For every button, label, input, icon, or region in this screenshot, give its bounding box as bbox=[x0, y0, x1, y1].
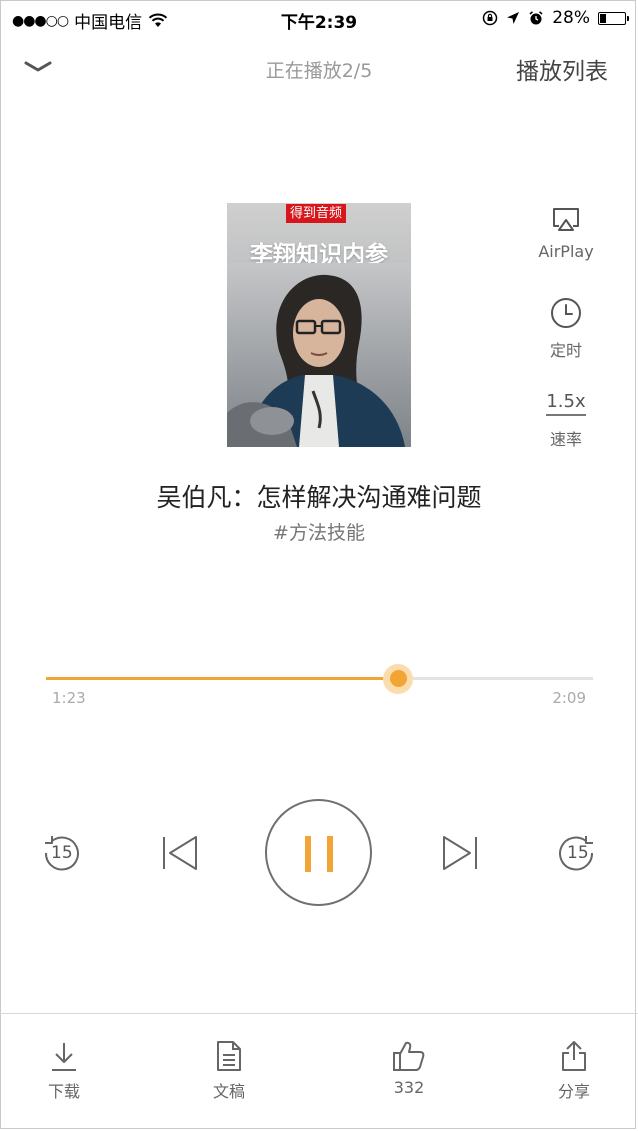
rewind-15-button[interactable]: 15 bbox=[38, 833, 82, 873]
download-label: 下载 bbox=[47, 1082, 80, 1101]
like-count: 332 bbox=[393, 1078, 425, 1097]
share-icon bbox=[562, 1041, 586, 1071]
pause-icon-bar-left bbox=[305, 836, 311, 872]
transcript-label: 文稿 bbox=[212, 1082, 245, 1101]
transcript-button[interactable]: 文稿 bbox=[179, 1040, 279, 1102]
bottom-divider bbox=[0, 1013, 638, 1014]
thumbs-up-icon bbox=[393, 1041, 425, 1071]
share-button[interactable]: 分享 bbox=[524, 1040, 624, 1102]
album-cover: 得到音频 李翔知识内参 bbox=[227, 203, 411, 447]
like-button[interactable]: 332 bbox=[359, 1040, 459, 1097]
skip-previous-icon bbox=[163, 836, 197, 870]
airplay-button[interactable]: AirPlay bbox=[531, 206, 601, 261]
host-portrait-image bbox=[227, 263, 411, 447]
status-bar: ●●●○○ 中国电信 下午2:39 28% bbox=[0, 0, 638, 38]
nav-bar: 正在播放2/5 播放列表 bbox=[0, 40, 638, 96]
track-title: 吴伯凡：怎样解决沟通难问题 bbox=[156, 483, 482, 512]
sleep-timer-button[interactable]: 定时 bbox=[531, 297, 601, 361]
speed-value: 1.5x bbox=[546, 391, 586, 416]
playlist-button[interactable]: 播放列表 bbox=[516, 52, 608, 86]
alarm-icon bbox=[529, 11, 543, 25]
forward-seconds: 15 bbox=[567, 843, 589, 863]
clock-icon bbox=[551, 298, 581, 328]
orientation-lock-icon bbox=[482, 10, 498, 26]
document-icon bbox=[217, 1041, 241, 1071]
download-button[interactable]: 下载 bbox=[14, 1040, 114, 1102]
share-label: 分享 bbox=[557, 1082, 590, 1101]
airplay-icon bbox=[553, 208, 579, 231]
battery-percent: 28% bbox=[552, 8, 590, 28]
elapsed-time: 1:23 bbox=[52, 689, 86, 707]
speed-label: 速率 bbox=[549, 430, 582, 449]
total-time: 2:09 bbox=[552, 689, 586, 707]
battery-level-fill bbox=[600, 13, 606, 23]
pause-button[interactable] bbox=[265, 799, 372, 906]
previous-track-button[interactable] bbox=[160, 833, 200, 873]
download-icon bbox=[52, 1043, 76, 1071]
forward-15-button[interactable]: 15 bbox=[556, 833, 600, 873]
next-track-button[interactable] bbox=[440, 833, 480, 873]
progress-knob[interactable] bbox=[389, 670, 407, 687]
playback-speed-button[interactable]: 1.5x 速率 bbox=[531, 391, 601, 450]
status-right: 28% bbox=[482, 8, 629, 28]
location-arrow-icon bbox=[507, 12, 520, 24]
progress-slider[interactable] bbox=[46, 664, 593, 694]
screen-frame bbox=[0, 0, 636, 1129]
battery-icon bbox=[598, 11, 629, 25]
track-category-tag[interactable]: #方法技能 bbox=[0, 518, 638, 545]
airplay-label: AirPlay bbox=[538, 242, 594, 261]
cover-tag: 得到音频 bbox=[286, 204, 347, 223]
timer-label: 定时 bbox=[549, 341, 582, 360]
pause-icon-bar-right bbox=[327, 836, 333, 872]
rewind-seconds: 15 bbox=[51, 843, 73, 863]
skip-next-icon bbox=[443, 836, 477, 870]
progress-fill bbox=[46, 677, 398, 680]
